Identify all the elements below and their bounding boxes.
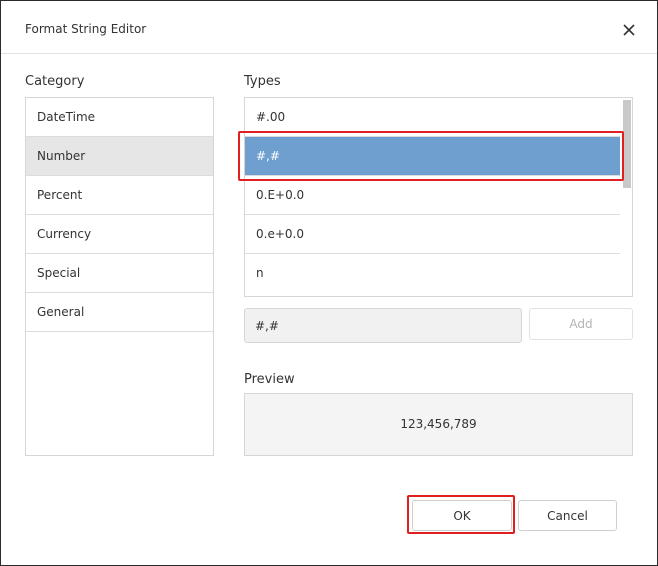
ok-button[interactable]: OK (412, 500, 512, 531)
types-scrollbar-thumb[interactable] (623, 100, 631, 188)
category-item-number[interactable]: Number (26, 137, 213, 176)
category-item-percent[interactable]: Percent (26, 176, 213, 215)
category-item-special[interactable]: Special (26, 254, 213, 293)
format-string-editor-dialog: Format String Editor Category DateTime N… (0, 0, 658, 566)
type-item[interactable]: 0.E+0.0 (245, 176, 620, 215)
preview-label: Preview (244, 372, 295, 387)
close-button[interactable] (617, 19, 641, 43)
type-item[interactable]: 0.e+0.0 (245, 215, 620, 254)
dialog-title: Format String Editor (25, 22, 147, 36)
types-list: #.00 #,# 0.E+0.0 0.e+0.0 n (244, 97, 633, 297)
category-item-currency[interactable]: Currency (26, 215, 213, 254)
category-item-general[interactable]: General (26, 293, 213, 332)
type-item-selected[interactable]: #,# (245, 137, 620, 176)
close-icon (623, 24, 635, 36)
types-label: Types (244, 74, 281, 89)
cancel-button[interactable]: Cancel (518, 500, 617, 531)
category-list: DateTime Number Percent Currency Special… (25, 97, 214, 456)
types-horizontal-scrollbar[interactable] (245, 290, 620, 296)
format-string-input[interactable] (244, 308, 522, 343)
types-scrollbar[interactable] (620, 98, 632, 296)
dialog-titlebar: Format String Editor (1, 1, 657, 54)
type-item[interactable]: #.00 (245, 98, 620, 137)
category-item-datetime[interactable]: DateTime (26, 98, 213, 137)
type-item[interactable]: n (245, 254, 620, 293)
add-button[interactable]: Add (529, 308, 633, 340)
preview-box: 123,456,789 (244, 393, 633, 456)
preview-value: 123,456,789 (400, 417, 477, 431)
category-label: Category (25, 74, 85, 89)
